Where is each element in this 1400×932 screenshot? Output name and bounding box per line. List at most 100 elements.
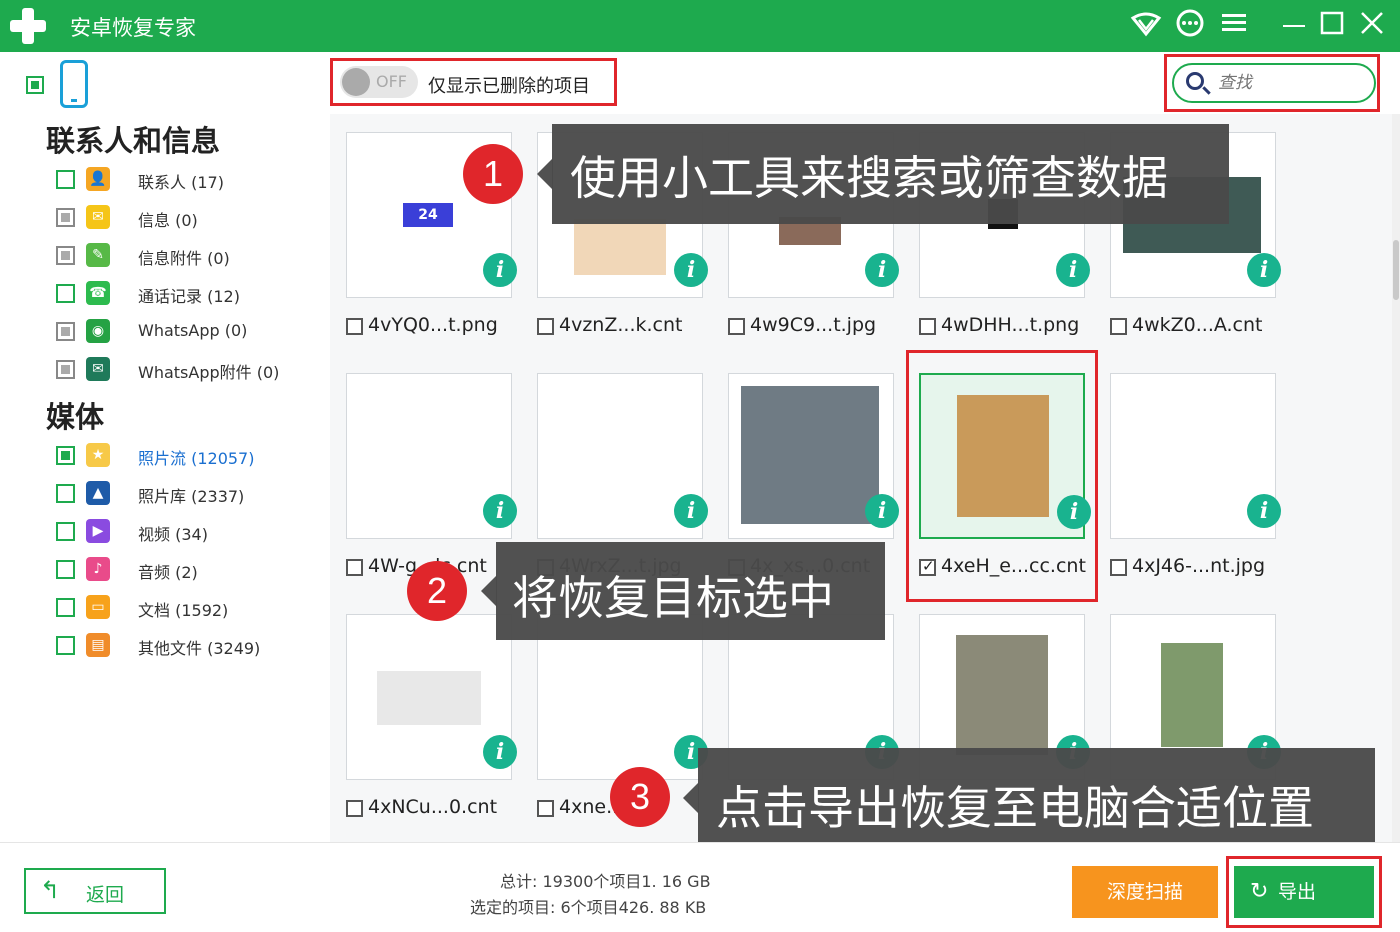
info-icon[interactable]: i bbox=[483, 735, 517, 769]
export-icon: ↻ bbox=[1250, 879, 1269, 904]
file-checkbox[interactable] bbox=[919, 318, 936, 335]
sidebar-item-message[interactable]: ✉ 信息 (0) bbox=[56, 204, 326, 232]
sidebar-item-phone-call[interactable]: ☎ 通话记录 (12) bbox=[56, 280, 326, 308]
file-checkbox[interactable] bbox=[1110, 559, 1127, 576]
step-1-badge: 1 bbox=[463, 144, 523, 204]
sidebar-item-whatsapp[interactable]: ◉ WhatsApp (0) bbox=[56, 318, 326, 346]
close-icon[interactable] bbox=[1354, 8, 1390, 44]
category-checkbox[interactable] bbox=[56, 322, 75, 341]
photo-library-icon: ▲ bbox=[86, 481, 110, 505]
selected-file-highlight-frame bbox=[906, 350, 1098, 602]
contact-icon: 👤 bbox=[86, 167, 110, 191]
whatsapp-icon: ◉ bbox=[86, 319, 110, 343]
category-checkbox[interactable] bbox=[56, 170, 75, 189]
info-icon[interactable]: i bbox=[483, 253, 517, 287]
info-icon[interactable]: i bbox=[1247, 253, 1281, 287]
file-tile[interactable]: i bbox=[1110, 373, 1281, 539]
deleted-only-toggle[interactable]: OFF bbox=[340, 66, 418, 98]
video-icon: ▶ bbox=[86, 519, 110, 543]
sidebar-item-video[interactable]: ▶ 视频 (34) bbox=[56, 518, 326, 546]
category-checkbox[interactable] bbox=[56, 360, 75, 379]
search-box[interactable] bbox=[1172, 63, 1376, 103]
sidebar-item-audio[interactable]: ♪ 音频 (2) bbox=[56, 556, 326, 584]
category-checkbox[interactable] bbox=[56, 284, 75, 303]
message-icon: ✉ bbox=[86, 205, 110, 229]
file-checkbox[interactable] bbox=[537, 318, 554, 335]
info-icon[interactable]: i bbox=[483, 494, 517, 528]
audio-icon: ♪ bbox=[86, 557, 110, 581]
export-button-label: 导出 bbox=[1278, 881, 1317, 903]
total-summary: 总计: 19300个项目1. 16 GB bbox=[500, 872, 711, 891]
toggle-state-label: OFF bbox=[376, 72, 407, 91]
toggle-knob bbox=[342, 68, 370, 96]
sidebar-item-label: 视频 (34) bbox=[138, 525, 208, 544]
file-thumbnail bbox=[574, 219, 666, 275]
app-title: 安卓恢复专家 bbox=[70, 16, 196, 40]
photo-stream-icon: ★ bbox=[86, 443, 110, 467]
sidebar-item-label: 照片流 (12057) bbox=[138, 449, 255, 468]
back-button[interactable]: ↰ 返回 bbox=[24, 868, 166, 914]
info-icon[interactable]: i bbox=[674, 494, 708, 528]
grid-scrollbar[interactable] bbox=[1392, 114, 1400, 842]
file-tile[interactable]: i bbox=[346, 373, 517, 539]
category-checkbox[interactable] bbox=[56, 208, 75, 227]
file-tile[interactable]: i bbox=[728, 373, 899, 539]
app-logo-icon bbox=[8, 6, 48, 46]
sidebar-item-other-files[interactable]: ▤ 其他文件 (3249) bbox=[56, 632, 326, 660]
search-icon[interactable] bbox=[1186, 72, 1204, 90]
callout-3-box: 点击导出恢复至电脑合适位置 bbox=[698, 748, 1375, 846]
callout-1-text: 使用小工具来搜索或筛查数据 bbox=[570, 151, 1168, 205]
export-button[interactable]: ↻ 导出 bbox=[1234, 866, 1374, 918]
info-icon[interactable]: i bbox=[1247, 494, 1281, 528]
info-icon[interactable]: i bbox=[1056, 253, 1090, 287]
deep-scan-button[interactable]: 深度扫描 bbox=[1072, 866, 1218, 918]
sidebar-item-label: WhatsApp (0) bbox=[138, 321, 248, 340]
category-checkbox[interactable] bbox=[56, 246, 75, 265]
sidebar-item-label: 信息 (0) bbox=[138, 211, 198, 230]
info-icon[interactable]: i bbox=[865, 494, 899, 528]
category-checkbox[interactable] bbox=[56, 484, 75, 503]
file-checkbox[interactable] bbox=[1110, 318, 1127, 335]
minimize-icon[interactable] bbox=[1276, 8, 1312, 44]
menu-icon[interactable] bbox=[1216, 8, 1252, 44]
sidebar-item-photo-stream[interactable]: ★ 照片流 (12057) bbox=[56, 442, 326, 470]
wifi-icon[interactable] bbox=[1128, 8, 1164, 44]
sidebar-item-document[interactable]: ▭ 文档 (1592) bbox=[56, 594, 326, 622]
category-checkbox[interactable] bbox=[56, 522, 75, 541]
sidebar-item-contact[interactable]: 👤 联系人 (17) bbox=[56, 166, 326, 194]
sidebar-item-label: 照片库 (2337) bbox=[138, 487, 245, 506]
file-checkbox[interactable] bbox=[346, 559, 363, 576]
file-checkbox[interactable] bbox=[537, 800, 554, 817]
whatsapp-attachment-icon: ✉ bbox=[86, 357, 110, 381]
sidebar-item-whatsapp-attachment[interactable]: ✉ WhatsApp附件 (0) bbox=[56, 356, 326, 384]
file-checkbox[interactable] bbox=[346, 318, 363, 335]
chat-icon[interactable] bbox=[1172, 8, 1208, 44]
maximize-icon[interactable] bbox=[1314, 8, 1350, 44]
info-icon[interactable]: i bbox=[674, 253, 708, 287]
category-checkbox[interactable] bbox=[56, 636, 75, 655]
callout-3-pointer bbox=[683, 782, 699, 814]
sidebar-item-label: 其他文件 (3249) bbox=[138, 639, 261, 658]
sidebar-item-attachment[interactable]: ✎ 信息附件 (0) bbox=[56, 242, 326, 270]
sidebar-item-label: 信息附件 (0) bbox=[138, 249, 230, 268]
file-thumbnail bbox=[377, 671, 481, 725]
step-2-badge: 2 bbox=[407, 561, 467, 621]
device-checkbox[interactable] bbox=[26, 76, 44, 94]
file-checkbox[interactable] bbox=[728, 318, 745, 335]
scrollbar-thumb[interactable] bbox=[1393, 240, 1399, 300]
attachment-icon: ✎ bbox=[86, 243, 110, 267]
callout-2-text: 将恢复目标选中 bbox=[512, 571, 834, 625]
category-checkbox[interactable] bbox=[56, 598, 75, 617]
file-checkbox[interactable] bbox=[346, 800, 363, 817]
search-input[interactable] bbox=[1218, 72, 1368, 94]
other-files-icon: ▤ bbox=[86, 633, 110, 657]
thumbnail-badge-text: 24 bbox=[418, 207, 438, 223]
file-thumbnail bbox=[956, 635, 1048, 755]
callout-1-pointer bbox=[537, 158, 553, 190]
category-checkbox[interactable] bbox=[56, 560, 75, 579]
info-icon[interactable]: i bbox=[865, 253, 899, 287]
sidebar-item-photo-library[interactable]: ▲ 照片库 (2337) bbox=[56, 480, 326, 508]
category-checkbox[interactable] bbox=[56, 446, 75, 465]
file-tile[interactable]: i bbox=[346, 614, 517, 780]
file-tile[interactable]: i bbox=[537, 373, 708, 539]
